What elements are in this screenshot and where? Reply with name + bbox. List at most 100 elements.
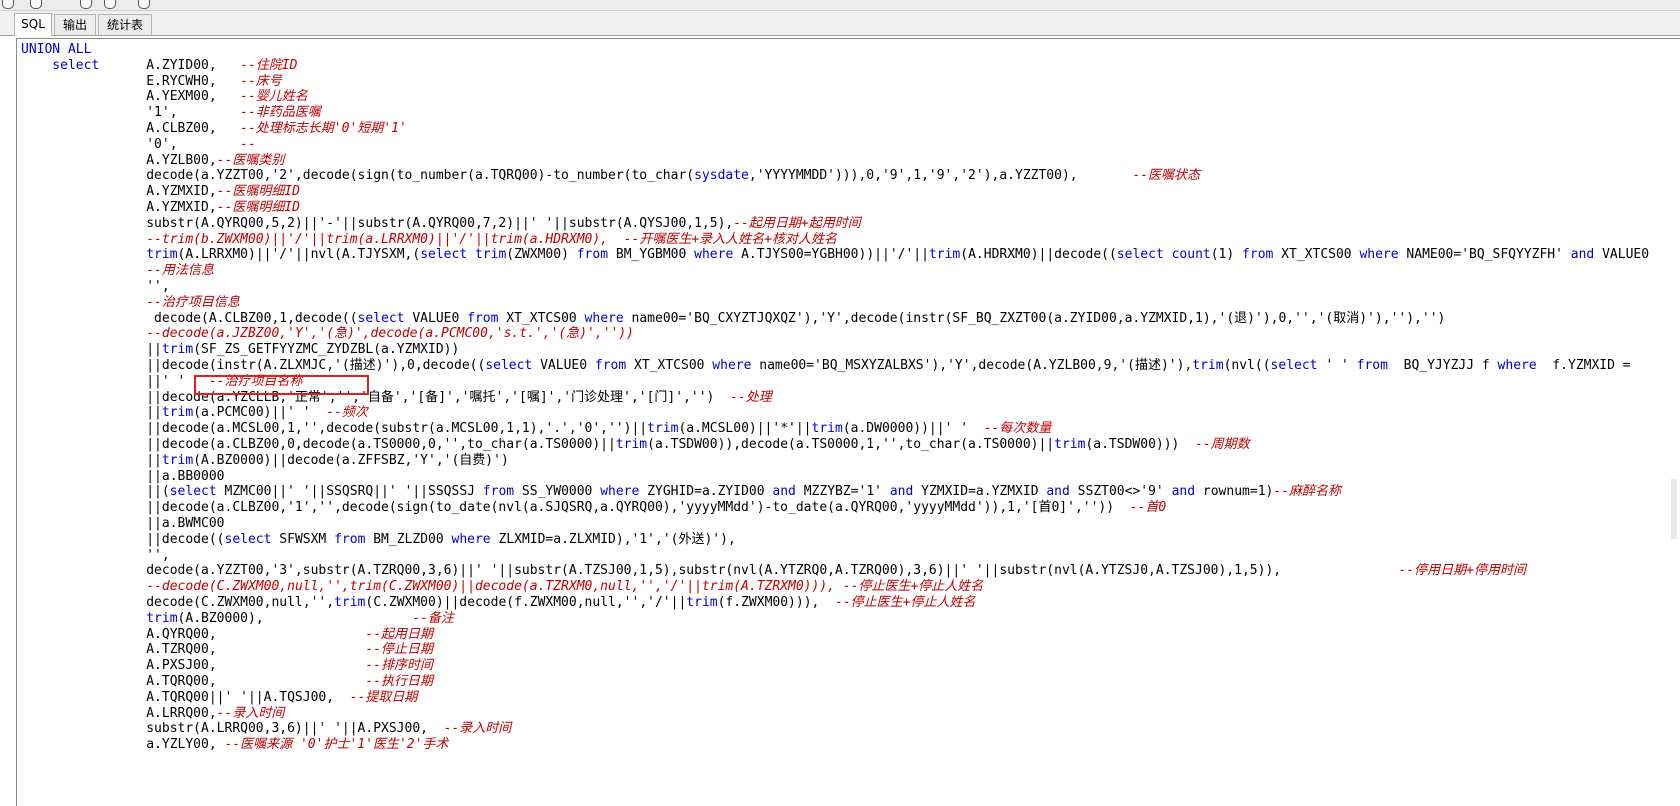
code-token: SFWSXM bbox=[271, 531, 335, 547]
code-token: from bbox=[576, 247, 609, 263]
code-token: A.YZMXID, bbox=[21, 184, 217, 200]
code-token: and bbox=[889, 484, 914, 500]
code-token: where bbox=[1359, 247, 1399, 263]
toolbar-icon-3[interactable] bbox=[80, 0, 92, 9]
code-token: --频次 bbox=[326, 405, 368, 421]
code-line: A.TZRQ00, --停止日期 bbox=[21, 641, 433, 658]
code-token: VALUE0 bbox=[404, 310, 468, 326]
code-token: A.YEXM00, bbox=[21, 89, 241, 105]
code-token: --医嘱明细ID bbox=[216, 200, 300, 215]
code-token: A.TQRQ00, bbox=[21, 674, 366, 689]
code-token: --婴儿姓名 bbox=[240, 89, 308, 105]
code-token: (a.DW0000))||' ' bbox=[842, 421, 984, 437]
toolbar-icon-5[interactable] bbox=[138, 0, 150, 9]
code-token: --停用日期+停用时间 bbox=[1398, 563, 1526, 579]
code-token: E.RYCWH0, bbox=[21, 73, 241, 89]
tab-stats[interactable]: 统计表 bbox=[98, 14, 152, 35]
code-token: (ZWXM00) bbox=[506, 247, 577, 263]
code-line: substr(A.QYRQ00,5,2)||'-'||substr(A.QYRQ… bbox=[21, 215, 861, 232]
code-token: where bbox=[600, 484, 640, 500]
code-token: rownum=1) bbox=[1195, 484, 1274, 500]
code-token: XT_XTCS00 bbox=[1273, 247, 1360, 263]
code-token: --处理标志长期'0'短期'1' bbox=[240, 121, 407, 136]
code-token: where bbox=[712, 358, 752, 373]
code-token: trim bbox=[161, 452, 194, 468]
code-token: ,'YYYYMMDD'))),0,'9',1,'9','2'),a.YZZT00… bbox=[748, 168, 1133, 184]
code-token: --床号 bbox=[240, 73, 282, 89]
code-token: from bbox=[1242, 247, 1274, 263]
code-line: substr(A.LRRQ00,3,6)||' '||A.PXSJ00, --录… bbox=[21, 720, 511, 737]
code-line: A.YZMXID,--医嘱明细ID bbox=[21, 199, 300, 216]
code-token: substr(A.LRRQ00,3,6)||' '||A.PXSJ00, bbox=[21, 721, 444, 737]
code-token: --医嘱明细ID bbox=[216, 184, 300, 200]
code-line: ||a.BWMC00 bbox=[21, 515, 225, 532]
tab-output[interactable]: 输出 bbox=[54, 14, 96, 35]
code-token: || bbox=[21, 342, 162, 358]
sql-editor[interactable]: UNION ALL select A.ZYID00, --住院ID E.RYCW… bbox=[16, 38, 1680, 806]
code-line: ||decode(instr(A.ZLXMJC,'(描述)'),0,decode… bbox=[21, 357, 1630, 374]
code-token: decode(a.YZZT00,'2',decode(sign(to_numbe… bbox=[21, 168, 695, 184]
code-line: ||decode(a.MCSL00,1,'',decode(substr(a.M… bbox=[21, 420, 1051, 437]
code-token: XT_XTCS00 bbox=[498, 310, 585, 326]
code-token: from bbox=[467, 310, 499, 326]
code-token: from bbox=[1356, 358, 1388, 373]
toolbar-icon-2[interactable] bbox=[30, 0, 42, 9]
code-token: and bbox=[1171, 484, 1196, 500]
code-token: ||a.BWMC00 bbox=[21, 516, 225, 531]
code-token: --医嘱来源 '0'护士'1'医生'2'手术 bbox=[224, 737, 449, 753]
code-token: select count bbox=[1116, 247, 1211, 263]
code-token: --起用日期+起用时间 bbox=[733, 215, 861, 231]
code-token: (a.PCMC00)||' ' bbox=[193, 405, 327, 421]
code-token: (nvl(( bbox=[1223, 358, 1271, 373]
code-token: --住院ID bbox=[240, 57, 298, 73]
code-token: --执行日期 bbox=[365, 674, 434, 689]
code-token: and bbox=[772, 484, 796, 500]
code-token: A.YZMXID, bbox=[21, 200, 217, 215]
code-token: --起用日期 bbox=[365, 626, 434, 642]
tab-sql[interactable]: SQL bbox=[14, 13, 52, 36]
code-token: --医嘱状态 bbox=[1132, 168, 1201, 184]
code-line: ||decode((select SFWSXM from BM_ZLZD00 w… bbox=[21, 531, 736, 548]
code-line: A.PXSJ00, --排序时间 bbox=[21, 657, 433, 674]
code-token: select bbox=[169, 484, 217, 500]
code-token: select bbox=[21, 57, 100, 73]
code-line: A.YZMXID,--医嘱明细ID bbox=[21, 183, 300, 200]
code-token: name00='BQ_MSXYZALBXS'),'Y',decode(A.YZL… bbox=[751, 358, 1193, 373]
code-token: UNION ALL bbox=[21, 42, 92, 57]
code-token: select bbox=[1270, 358, 1318, 373]
code-token: name00='BQ_CXYZTJQXQZ'),'Y',decode(instr… bbox=[623, 310, 1446, 326]
code-token: where bbox=[451, 531, 491, 547]
code-token: --排序时间 bbox=[365, 658, 434, 674]
code-token: NAME00='BQ_SFQYYZFH' bbox=[1398, 247, 1571, 263]
code-token: trim bbox=[161, 342, 194, 358]
code-line: ||decode(a.YZCLLB,'正常','','自备','[备]','嘱托… bbox=[21, 389, 771, 406]
code-line: --治疗项目信息 bbox=[21, 294, 240, 311]
code-token: trim bbox=[615, 437, 648, 452]
code-token: --每次数量 bbox=[983, 421, 1052, 437]
code-token: decode(A.CLBZ00,1,decode(( bbox=[21, 310, 358, 326]
code-token: trim bbox=[334, 595, 366, 610]
code-token: ||decode(( bbox=[21, 531, 225, 547]
code-token: A.ZYID00, bbox=[99, 57, 241, 73]
code-line: ||a.BB0000 bbox=[21, 468, 224, 485]
code-token: where bbox=[584, 310, 624, 326]
code-token: --停止医生+停止人姓名 bbox=[835, 595, 976, 610]
code-token: --医嘱类别 bbox=[216, 152, 285, 168]
code-token: trim bbox=[1192, 358, 1224, 373]
code-line: trim(A.BZ0000), --备注 bbox=[21, 610, 454, 627]
scrollbar-thumb[interactable] bbox=[1671, 479, 1677, 539]
code-token: trim bbox=[928, 247, 961, 263]
code-token: ||decode(a.CLBZ00,0,decode(a.TS0000,0,''… bbox=[21, 437, 616, 452]
code-token: from bbox=[334, 531, 366, 547]
code-token: (a.TSDW00)),decode(a.TS0000,1,'',to_char… bbox=[647, 437, 1055, 452]
code-token: select bbox=[224, 531, 272, 547]
code-token: --录入时间 bbox=[216, 705, 285, 721]
toolbar-icon-4[interactable] bbox=[104, 0, 116, 9]
toolbar-icon-1[interactable] bbox=[2, 0, 14, 9]
code-token: (SF_ZS_GETFYYZMC_ZYDZBL(a.YZMXID)) bbox=[193, 342, 460, 358]
code-line: E.RYCWH0, --床号 bbox=[21, 73, 282, 90]
